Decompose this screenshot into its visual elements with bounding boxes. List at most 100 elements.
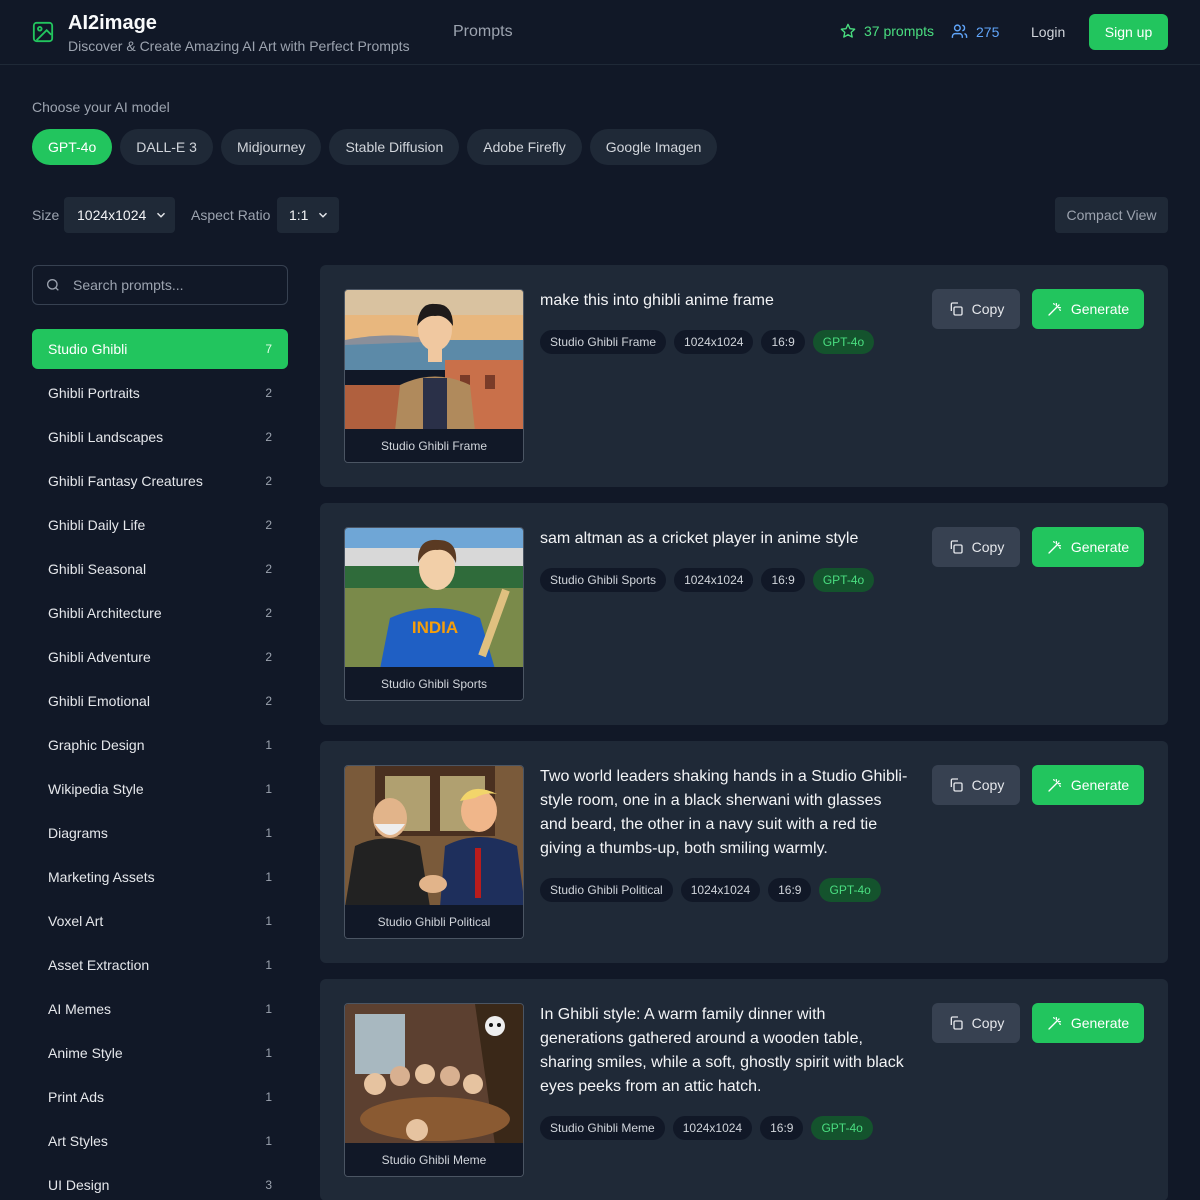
compact-view-button[interactable]: Compact View <box>1055 197 1168 233</box>
prompt-text: make this into ghibli anime frame <box>540 292 774 309</box>
category-label: Voxel Art <box>48 913 104 929</box>
brand-title[interactable]: AI2image <box>68 12 157 35</box>
category-count: 3 <box>265 1178 272 1192</box>
category-item[interactable]: Graphic Design 1 <box>32 725 288 765</box>
category-item[interactable]: Print Ads 1 <box>32 1077 288 1117</box>
magic-wand-icon <box>1048 303 1061 316</box>
category-count: 1 <box>265 738 272 752</box>
image-icon[interactable] <box>32 21 54 43</box>
model-pill-dall-e-3[interactable]: DALL-E 3 <box>120 129 213 165</box>
category-item[interactable]: Ghibli Architecture 2 <box>32 593 288 633</box>
category-count: 7 <box>265 342 272 356</box>
model-pill-adobe-firefly[interactable]: Adobe Firefly <box>467 129 582 165</box>
size-tag: 1024x1024 <box>674 568 754 592</box>
nav-prompts-link[interactable]: Prompts <box>453 23 513 41</box>
thumbnail-caption: Studio Ghibli Frame <box>345 429 523 462</box>
category-count: 2 <box>265 606 272 620</box>
magic-wand-icon <box>1048 779 1061 792</box>
tag-list: Studio Ghibli Political 1024x1024 16:9 G… <box>540 878 881 902</box>
category-item[interactable]: Studio Ghibli 7 <box>32 329 288 369</box>
category-item[interactable]: UI Design 3 <box>32 1165 288 1200</box>
search-box[interactable] <box>32 265 288 305</box>
login-link[interactable]: Login <box>1031 24 1065 40</box>
thumbnail-caption: Studio Ghibli Meme <box>345 1143 523 1176</box>
category-item[interactable]: Anime Style 1 <box>32 1033 288 1073</box>
category-item[interactable]: Ghibli Landscapes 2 <box>32 417 288 457</box>
size-tag: 1024x1024 <box>672 1116 753 1140</box>
prompt-thumbnail[interactable]: INDIA Studio Ghibli Sports <box>344 527 524 701</box>
category-count: 1 <box>265 914 272 928</box>
category-label: Art Styles <box>48 1133 108 1149</box>
category-item[interactable]: Wikipedia Style 1 <box>32 769 288 809</box>
category-label: Ghibli Adventure <box>48 649 151 665</box>
category-item[interactable]: Ghibli Emotional 2 <box>32 681 288 721</box>
category-label: Ghibli Landscapes <box>48 429 164 445</box>
copy-button[interactable]: Copy <box>932 527 1020 567</box>
size-value: 1024x1024 <box>77 207 147 223</box>
category-item[interactable]: Ghibli Adventure 2 <box>32 637 288 677</box>
chevron-down-icon <box>319 212 328 218</box>
category-item[interactable]: Ghibli Seasonal 2 <box>32 549 288 589</box>
category-item[interactable]: Ghibli Daily Life 2 <box>32 505 288 545</box>
size-label: Size <box>32 207 60 223</box>
search-input[interactable] <box>73 277 273 293</box>
prompt-card: Studio Ghibli Meme In Ghibli style: A wa… <box>320 979 1168 1200</box>
category-count: 1 <box>265 958 272 972</box>
prompt-text: sam altman as a cricket player in anime … <box>540 530 859 547</box>
generate-button[interactable]: Generate <box>1032 765 1144 805</box>
aspect-ratio-label: Aspect Ratio <box>191 207 271 223</box>
ratio-tag: 16:9 <box>761 330 805 354</box>
aspect-ratio-value: 1:1 <box>289 207 309 223</box>
prompt-thumbnail[interactable]: Studio Ghibli Meme <box>344 1003 524 1177</box>
category-tag: Studio Ghibli Frame <box>540 330 667 354</box>
category-label: Ghibli Fantasy Creatures <box>48 473 203 489</box>
category-label: Wikipedia Style <box>48 781 144 797</box>
copy-button[interactable]: Copy <box>932 1003 1020 1043</box>
category-count: 1 <box>265 1046 272 1060</box>
category-item[interactable]: AI Memes 1 <box>32 989 288 1029</box>
copy-icon <box>950 1016 963 1030</box>
category-item[interactable]: Ghibli Fantasy Creatures 2 <box>32 461 288 501</box>
size-tag: 1024x1024 <box>674 330 754 354</box>
category-item[interactable]: Asset Extraction 1 <box>32 945 288 985</box>
prompt-thumbnail[interactable]: Studio Ghibli Political <box>344 765 524 939</box>
aspect-ratio-select[interactable]: 1:1 <box>277 197 339 233</box>
category-list: Studio Ghibli 7 Ghibli Portraits 2 Ghibli … <box>32 329 288 1200</box>
copy-button[interactable]: Copy <box>932 765 1020 805</box>
portrait-illustration <box>345 290 523 431</box>
category-count: 2 <box>265 474 272 488</box>
category-item[interactable]: Art Styles 1 <box>32 1121 288 1161</box>
category-label: Ghibli Daily Life <box>48 517 146 533</box>
category-item[interactable]: Voxel Art 1 <box>32 901 288 941</box>
prompt-card: INDIA Studio Ghibli Sports sam altman as… <box>320 503 1168 725</box>
model-chooser-label: Choose your AI model <box>32 99 170 115</box>
size-select[interactable]: 1024x1024 <box>64 197 175 233</box>
category-label: Print Ads <box>48 1089 105 1105</box>
category-count: 2 <box>265 430 272 444</box>
jersey-text: INDIA <box>412 618 458 637</box>
model-pill-midjourney[interactable]: Midjourney <box>220 129 322 165</box>
category-label: Ghibli Emotional <box>48 693 150 709</box>
signup-button[interactable]: Sign up <box>1089 14 1168 50</box>
model-pill-gpt-4o[interactable]: GPT-4o <box>32 129 113 165</box>
category-item[interactable]: Marketing Assets 1 <box>32 857 288 897</box>
copy-label: Copy <box>971 539 1005 555</box>
family-dinner-illustration <box>345 1004 523 1145</box>
copy-button[interactable]: Copy <box>932 289 1020 329</box>
generate-button[interactable]: Generate <box>1032 289 1144 329</box>
category-item[interactable]: Ghibli Portraits 2 <box>32 373 288 413</box>
category-tag: Studio Ghibli Meme <box>540 1116 665 1140</box>
generate-button[interactable]: Generate <box>1032 1003 1144 1043</box>
model-pill-stable-diffusion[interactable]: Stable Diffusion <box>329 129 460 165</box>
ratio-tag: 16:9 <box>760 1116 804 1140</box>
top-header: AI2image Discover & Create Amazing AI Ar… <box>0 0 1200 65</box>
prompt-thumbnail[interactable]: Studio Ghibli Frame <box>344 289 524 463</box>
category-item[interactable]: Diagrams 1 <box>32 813 288 853</box>
category-label: Studio Ghibli <box>48 341 128 357</box>
generate-button[interactable]: Generate <box>1032 527 1144 567</box>
generate-label: Generate <box>1070 777 1130 793</box>
category-count: 1 <box>265 1134 272 1148</box>
model-pill-google-imagen[interactable]: Google Imagen <box>589 129 718 165</box>
category-count: 1 <box>265 826 272 840</box>
chevron-down-icon <box>157 212 166 218</box>
